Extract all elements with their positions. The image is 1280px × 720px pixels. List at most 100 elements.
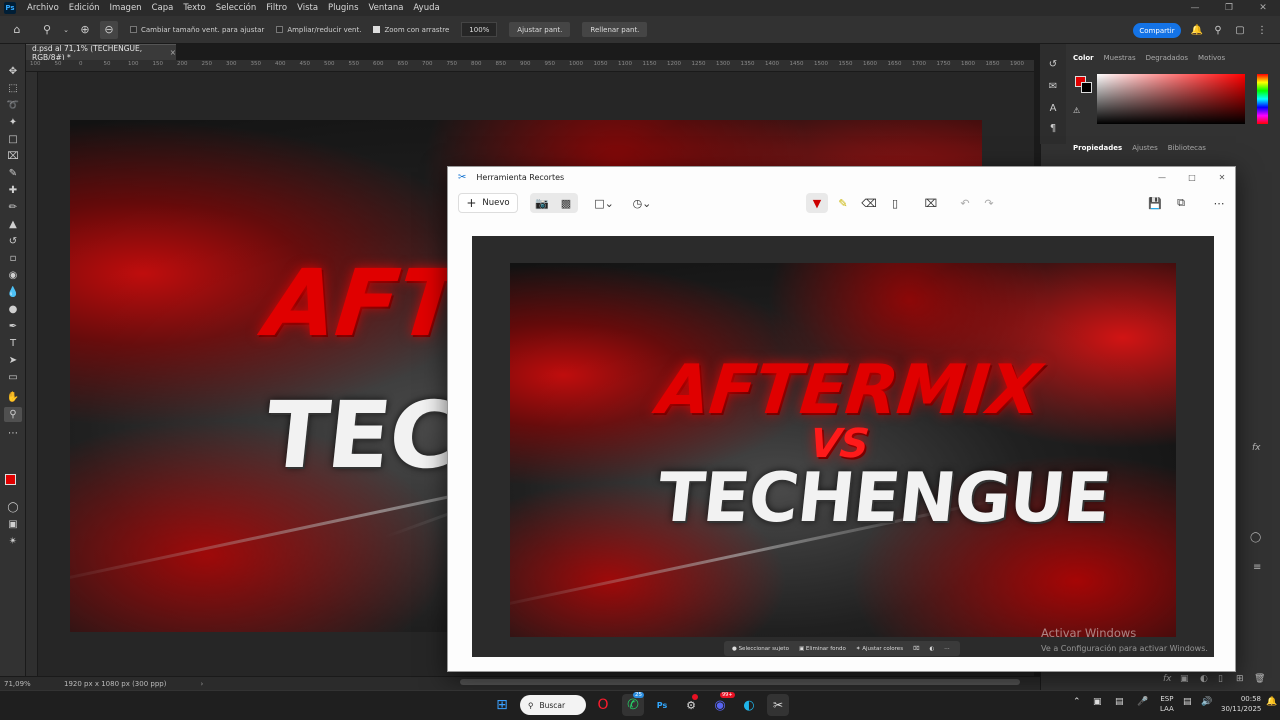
ruler-icon[interactable]: ▯ [884, 193, 906, 213]
healing-brush-icon[interactable]: ✚ [4, 183, 22, 198]
crop-tool-icon[interactable]: □ [4, 132, 22, 147]
steam-icon[interactable]: ⚙ [680, 694, 702, 716]
eyedropper-icon[interactable]: ✎ [4, 166, 22, 181]
comments-panel-icon[interactable]: ✉ [1045, 78, 1061, 94]
rectangle-tool-icon[interactable]: ▭ [4, 370, 22, 385]
dodge-tool-icon[interactable]: ● [4, 302, 22, 317]
notifications-icon[interactable]: 🔔 [1266, 697, 1277, 707]
lasso-tool-icon[interactable]: ➰ [4, 98, 22, 113]
zoom-readout[interactable]: 71,09% [4, 680, 62, 688]
menu-capa[interactable]: Capa [147, 3, 179, 13]
foreground-color-swatch[interactable] [5, 474, 16, 485]
document-tab[interactable]: d.psd al 71,1% (TECHENGUE, RGB/8#) * × [26, 44, 176, 62]
chevron-down-icon[interactable]: ⌄ [62, 21, 70, 39]
zoom-out-icon[interactable]: ⊖ [100, 20, 118, 39]
pen-icon[interactable]: ▼ [806, 193, 828, 213]
clock[interactable]: 00:58 30/11/2025 [1221, 694, 1261, 714]
zoom-tool-icon[interactable]: ⚲ [38, 21, 56, 39]
settings-icon[interactable]: ⋮ [1254, 22, 1270, 38]
color-picker-field[interactable] [1097, 74, 1245, 124]
language-indicator[interactable]: ESP LAA [1160, 694, 1174, 714]
video-icon[interactable]: ▩ [554, 197, 578, 210]
crop-icon[interactable]: ⌧ [920, 193, 942, 213]
mask-button-icon[interactable]: ▣ [1180, 674, 1189, 684]
fit-screen-button[interactable]: Ajustar pant. [509, 22, 571, 37]
redo-icon[interactable]: ↷ [978, 193, 1000, 213]
menu-vista[interactable]: Vista [292, 3, 323, 13]
more-tools-icon[interactable]: ⋯ [4, 426, 22, 441]
volume-icon[interactable]: 🔊 [1201, 697, 1212, 707]
menu-edicion[interactable]: Edición [64, 3, 105, 13]
adjust-colors-button[interactable]: ✶ Ajustar colores [856, 646, 903, 652]
tab-degradados[interactable]: Degradados [1146, 54, 1188, 62]
snip-maximize-icon[interactable]: □ [1177, 173, 1207, 182]
zoom-value-field[interactable]: 100% [461, 22, 498, 37]
close-icon[interactable]: ✕ [1246, 0, 1280, 16]
magic-wand-icon[interactable]: ✦ [4, 115, 22, 130]
more-actions-icon[interactable]: ⋯ [944, 646, 950, 652]
zoom-tool-icon[interactable]: ⚲ [4, 407, 22, 422]
menu-texto[interactable]: Texto [178, 3, 210, 13]
type-tool-icon[interactable]: T [4, 336, 22, 351]
camera-icon[interactable]: 📷 [530, 197, 554, 210]
fx-icon[interactable]: fx [1252, 443, 1261, 453]
share-button[interactable]: Compartir [1133, 23, 1181, 38]
paint-bucket-icon[interactable]: ◉ [4, 268, 22, 283]
eraser-tool-icon[interactable]: ▫ [4, 251, 22, 266]
history-brush-icon[interactable]: ↺ [4, 234, 22, 249]
history-panel-icon[interactable]: ↺ [1045, 56, 1061, 72]
path-select-icon[interactable]: ➤ [4, 353, 22, 368]
remove-background-button[interactable]: ▣ Eliminar fondo [799, 646, 846, 652]
hand-tool-icon[interactable]: ✋ [4, 390, 22, 405]
workspace-icon[interactable]: ▢ [1232, 22, 1248, 38]
menu-ayuda[interactable]: Ayuda [408, 3, 444, 13]
more-options-icon[interactable]: ⋯ [1208, 193, 1230, 213]
fill-screen-button[interactable]: Rellenar pant. [582, 22, 648, 37]
chevron-up-icon[interactable]: ⌃ [1073, 697, 1081, 707]
resize-windows-checkbox[interactable]: Cambiar tamaño vent. para ajustar [130, 26, 264, 34]
save-icon[interactable]: 💾 [1144, 193, 1166, 213]
layer-mask-icon[interactable]: ◯ [1250, 532, 1261, 543]
tab-color[interactable]: Color [1073, 54, 1094, 62]
menu-archivo[interactable]: Archivo [22, 3, 64, 13]
taskbar-search[interactable]: ⚲ Buscar [520, 695, 586, 715]
new-snip-button[interactable]: + Nuevo [458, 193, 518, 213]
group-icon[interactable]: ▯ [1218, 674, 1223, 684]
tray-app2-icon[interactable]: ▤ [1115, 697, 1124, 707]
tab-close-icon[interactable]: × [170, 48, 176, 57]
brush-tool-icon[interactable]: ✏ [4, 200, 22, 215]
character-panel-icon[interactable]: A [1045, 100, 1061, 116]
tray-app-icon[interactable]: ▣ [1093, 697, 1102, 707]
snip-minimize-icon[interactable]: — [1147, 173, 1177, 182]
layer-fx-icon[interactable]: fx [1163, 674, 1172, 684]
snipping-tool-taskbar-icon[interactable]: ✂ [767, 694, 789, 716]
edge-icon[interactable]: ◐ [738, 694, 760, 716]
frame-tool-icon[interactable]: ⌧ [4, 149, 22, 164]
new-layer-icon[interactable]: ⊞ [1236, 674, 1244, 684]
opera-icon[interactable]: O [592, 694, 614, 716]
snip-preview[interactable]: AFTERMIX VS TECHENGUE [472, 236, 1214, 657]
tab-bibliotecas[interactable]: Bibliotecas [1168, 144, 1206, 152]
undo-icon[interactable]: ↶ [954, 193, 976, 213]
tab-ajustes[interactable]: Ajustes [1132, 144, 1158, 152]
menu-ventana[interactable]: Ventana [364, 3, 409, 13]
highlighter-icon[interactable]: ✎ [832, 193, 854, 213]
restore-icon[interactable]: ❐ [1212, 0, 1246, 16]
zoom-in-icon[interactable]: ⊕ [76, 21, 94, 39]
pen-tool-icon[interactable]: ✒ [4, 319, 22, 334]
eraser-icon[interactable]: ⌫ [858, 193, 880, 213]
hue-slider[interactable] [1257, 74, 1268, 124]
photoshop-taskbar-icon[interactable]: Ps [651, 694, 673, 716]
screen-mode-icon[interactable]: ▣ [4, 517, 22, 532]
menu-filtro[interactable]: Filtro [261, 3, 292, 13]
quick-mask-icon[interactable]: ◯ [4, 500, 22, 515]
panel-background-swatch[interactable] [1081, 82, 1092, 93]
snip-close-icon[interactable]: ✕ [1207, 173, 1237, 182]
search-icon[interactable]: ⚲ [1210, 22, 1226, 38]
windows-start-icon[interactable]: ⊞ [491, 694, 513, 716]
select-subject-button[interactable]: ● Seleccionar sujeto [732, 646, 789, 652]
stamp-tool-icon[interactable]: ▲ [4, 217, 22, 232]
crop-small-icon[interactable]: ⌧ [913, 646, 919, 652]
menu-imagen[interactable]: Imagen [105, 3, 147, 13]
snip-shape-dropdown[interactable]: □⌄ [590, 193, 618, 213]
